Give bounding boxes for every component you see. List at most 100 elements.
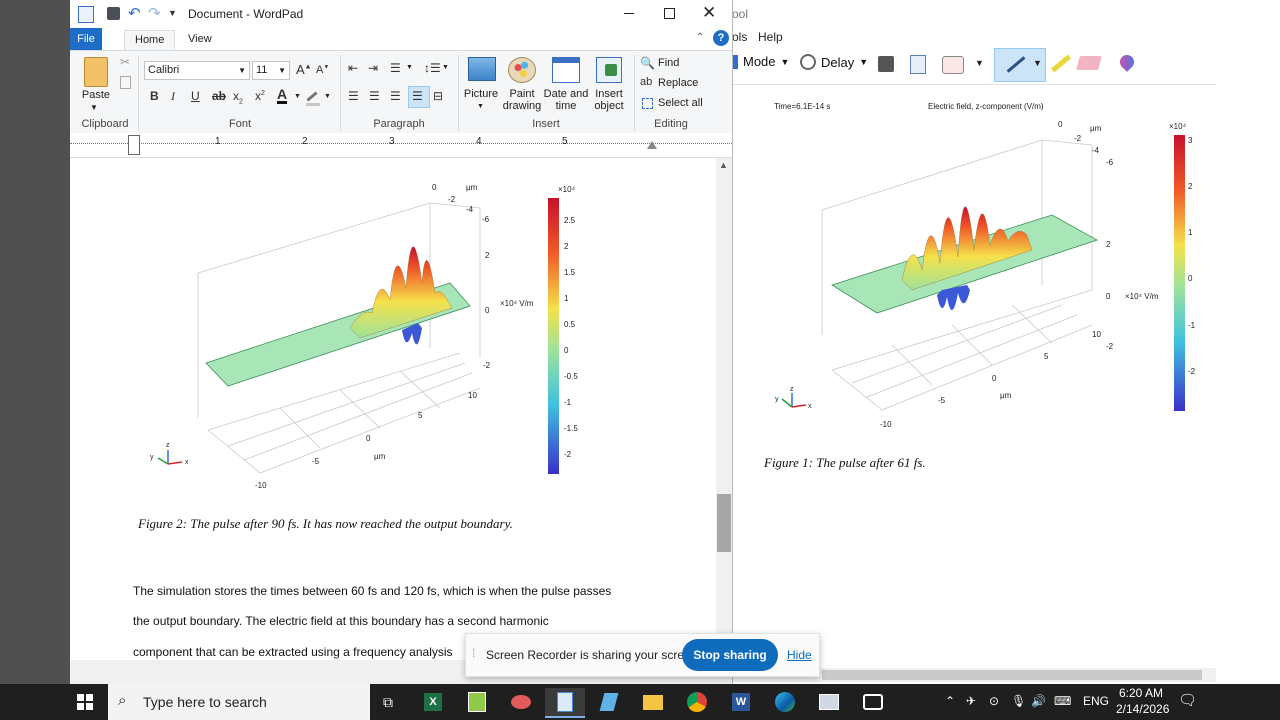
shrink-font-icon[interactable]: A▼ — [316, 64, 329, 76]
start-button[interactable] — [65, 688, 105, 716]
copy-icon[interactable] — [120, 76, 131, 89]
indent-marker[interactable] — [128, 135, 140, 155]
paste-button[interactable]: Paste — [78, 89, 114, 101]
find-icon[interactable]: 🔍 — [640, 56, 655, 70]
picture-icon[interactable] — [468, 57, 496, 81]
notepad-app[interactable] — [457, 688, 497, 716]
menu-tools[interactable]: ols — [732, 30, 747, 44]
notifications-icon[interactable]: 🗨 — [1178, 691, 1197, 709]
stop-sharing-button[interactable]: Stop sharing — [682, 639, 778, 671]
location-icon[interactable]: ⊙ — [989, 694, 999, 708]
insert-object-button[interactable]: Insert object — [588, 88, 630, 112]
show-hidden-icons[interactable]: ⌃ — [945, 694, 955, 708]
underline-icon[interactable]: U — [191, 89, 200, 103]
tab-home[interactable]: Home — [124, 30, 176, 51]
delay-button[interactable]: Delay ▼ — [800, 54, 868, 70]
paint-3d-icon[interactable] — [1117, 52, 1137, 72]
paint-drawing-button[interactable]: Paint drawing — [500, 88, 544, 112]
network-icon[interactable]: ✈ — [966, 694, 976, 708]
justify-button[interactable]: ☰ — [408, 86, 430, 108]
comsol-app[interactable] — [501, 688, 541, 716]
superscript-icon[interactable]: x2 — [255, 89, 265, 103]
quick-access-dropdown-icon[interactable]: ▼ — [168, 8, 177, 18]
drag-handle-icon[interactable]: ⁞ — [472, 646, 476, 660]
snip-scroll-thumb[interactable] — [822, 670, 1202, 680]
scroll-thumb[interactable] — [717, 494, 731, 552]
scroll-up-icon[interactable]: ▲ — [719, 160, 728, 170]
line-spacing-icon[interactable]: ↕☰ — [424, 61, 441, 75]
menu-help[interactable]: Help — [758, 30, 783, 44]
send-snip-icon[interactable] — [942, 56, 964, 74]
chevron-down-icon[interactable]: ▼ — [975, 58, 984, 68]
screen-recorder-app[interactable] — [853, 688, 893, 716]
excel-app[interactable]: X — [413, 688, 453, 716]
subscript-icon[interactable]: x2 — [233, 89, 243, 105]
maximize-button[interactable] — [664, 8, 675, 19]
pen-button[interactable]: ▼ — [994, 48, 1046, 82]
align-right-icon[interactable]: ☰ — [390, 89, 401, 103]
undo-icon[interactable]: ↶ — [128, 4, 141, 22]
vertical-scrollbar[interactable]: ▲ — [716, 158, 732, 660]
paste-icon[interactable] — [84, 57, 108, 87]
highlight-color-icon[interactable] — [306, 91, 320, 106]
mode-button[interactable]: Mode ▼ — [732, 54, 789, 69]
clock-time[interactable]: 6:20 AM — [1119, 686, 1163, 700]
language-indicator[interactable]: ENG — [1083, 694, 1109, 708]
select-all-button[interactable]: Select all — [658, 97, 703, 109]
minimize-button[interactable] — [624, 13, 634, 14]
grow-font-icon[interactable]: A▲ — [296, 62, 312, 77]
keyboard-icon[interactable]: ⌨ — [1054, 694, 1071, 708]
volume-icon[interactable]: 🔊 — [1031, 694, 1046, 708]
picture-button[interactable]: Picture — [460, 88, 502, 100]
microphone-icon[interactable]: 🎙 — [1011, 694, 1026, 708]
paint-drawing-icon[interactable] — [508, 57, 536, 83]
paragraph-dialog-icon[interactable]: ⊟ — [433, 89, 443, 103]
wordpad-app[interactable] — [545, 688, 585, 718]
right-indent-marker[interactable] — [647, 141, 657, 149]
replace-button[interactable]: Replace — [658, 77, 698, 89]
tab-file[interactable]: File — [70, 28, 102, 50]
bold-icon[interactable]: B — [150, 89, 159, 103]
replace-icon[interactable]: ab — [640, 76, 652, 88]
clock-date[interactable]: 2/14/2026 — [1116, 702, 1169, 716]
word-app[interactable]: W — [721, 688, 761, 716]
select-all-icon[interactable] — [642, 98, 653, 109]
ruler[interactable]: 1 2 3 4 5 — [70, 133, 732, 158]
snipping-tool-app[interactable] — [809, 688, 849, 716]
file-explorer-app[interactable] — [633, 688, 673, 716]
date-time-icon[interactable] — [552, 57, 580, 83]
copy-icon[interactable] — [910, 55, 926, 74]
edge-app[interactable] — [765, 688, 805, 716]
eraser-icon[interactable] — [1076, 56, 1102, 70]
chevron-down-icon[interactable]: ▼ — [294, 93, 301, 100]
chevron-down-icon[interactable]: ▼ — [324, 93, 331, 100]
help-icon[interactable]: ? — [713, 30, 729, 46]
date-time-button[interactable]: Date and time — [542, 88, 590, 112]
task-view-button[interactable]: ⧉ — [368, 688, 408, 716]
chevron-down-icon[interactable]: ▼ — [90, 103, 98, 112]
find-button[interactable]: Find — [658, 57, 679, 69]
chrome-app[interactable] — [677, 688, 717, 716]
close-button[interactable]: ✕ — [702, 3, 716, 23]
collapse-ribbon-icon[interactable]: ⌃ — [696, 32, 704, 43]
text-color-icon[interactable]: A — [277, 87, 288, 104]
save-icon[interactable] — [878, 56, 894, 72]
decrease-indent-icon[interactable]: ⇤ — [348, 61, 358, 75]
font-size-select[interactable]: 11 ▼ — [252, 61, 290, 80]
hide-link[interactable]: Hide — [787, 648, 812, 662]
taskbar-search[interactable]: ⌕ Type here to search — [108, 684, 370, 720]
redo-icon[interactable]: ↷ — [148, 4, 161, 22]
insert-object-icon[interactable] — [596, 57, 622, 83]
align-center-icon[interactable]: ☰ — [369, 89, 380, 103]
chevron-down-icon[interactable]: ▼ — [442, 64, 449, 71]
note-app[interactable] — [589, 688, 629, 716]
highlighter-icon[interactable] — [1050, 54, 1072, 73]
tab-view[interactable]: View — [178, 30, 222, 48]
chevron-down-icon[interactable]: ▼ — [406, 64, 413, 71]
font-family-select[interactable]: Calibri ▼ — [144, 61, 250, 80]
bullets-icon[interactable]: ☰ — [390, 61, 401, 75]
strikethrough-icon[interactable]: ab — [212, 89, 226, 103]
align-left-icon[interactable]: ☰ — [348, 89, 359, 103]
save-icon[interactable] — [107, 7, 120, 20]
chevron-down-icon[interactable]: ▼ — [477, 103, 484, 110]
